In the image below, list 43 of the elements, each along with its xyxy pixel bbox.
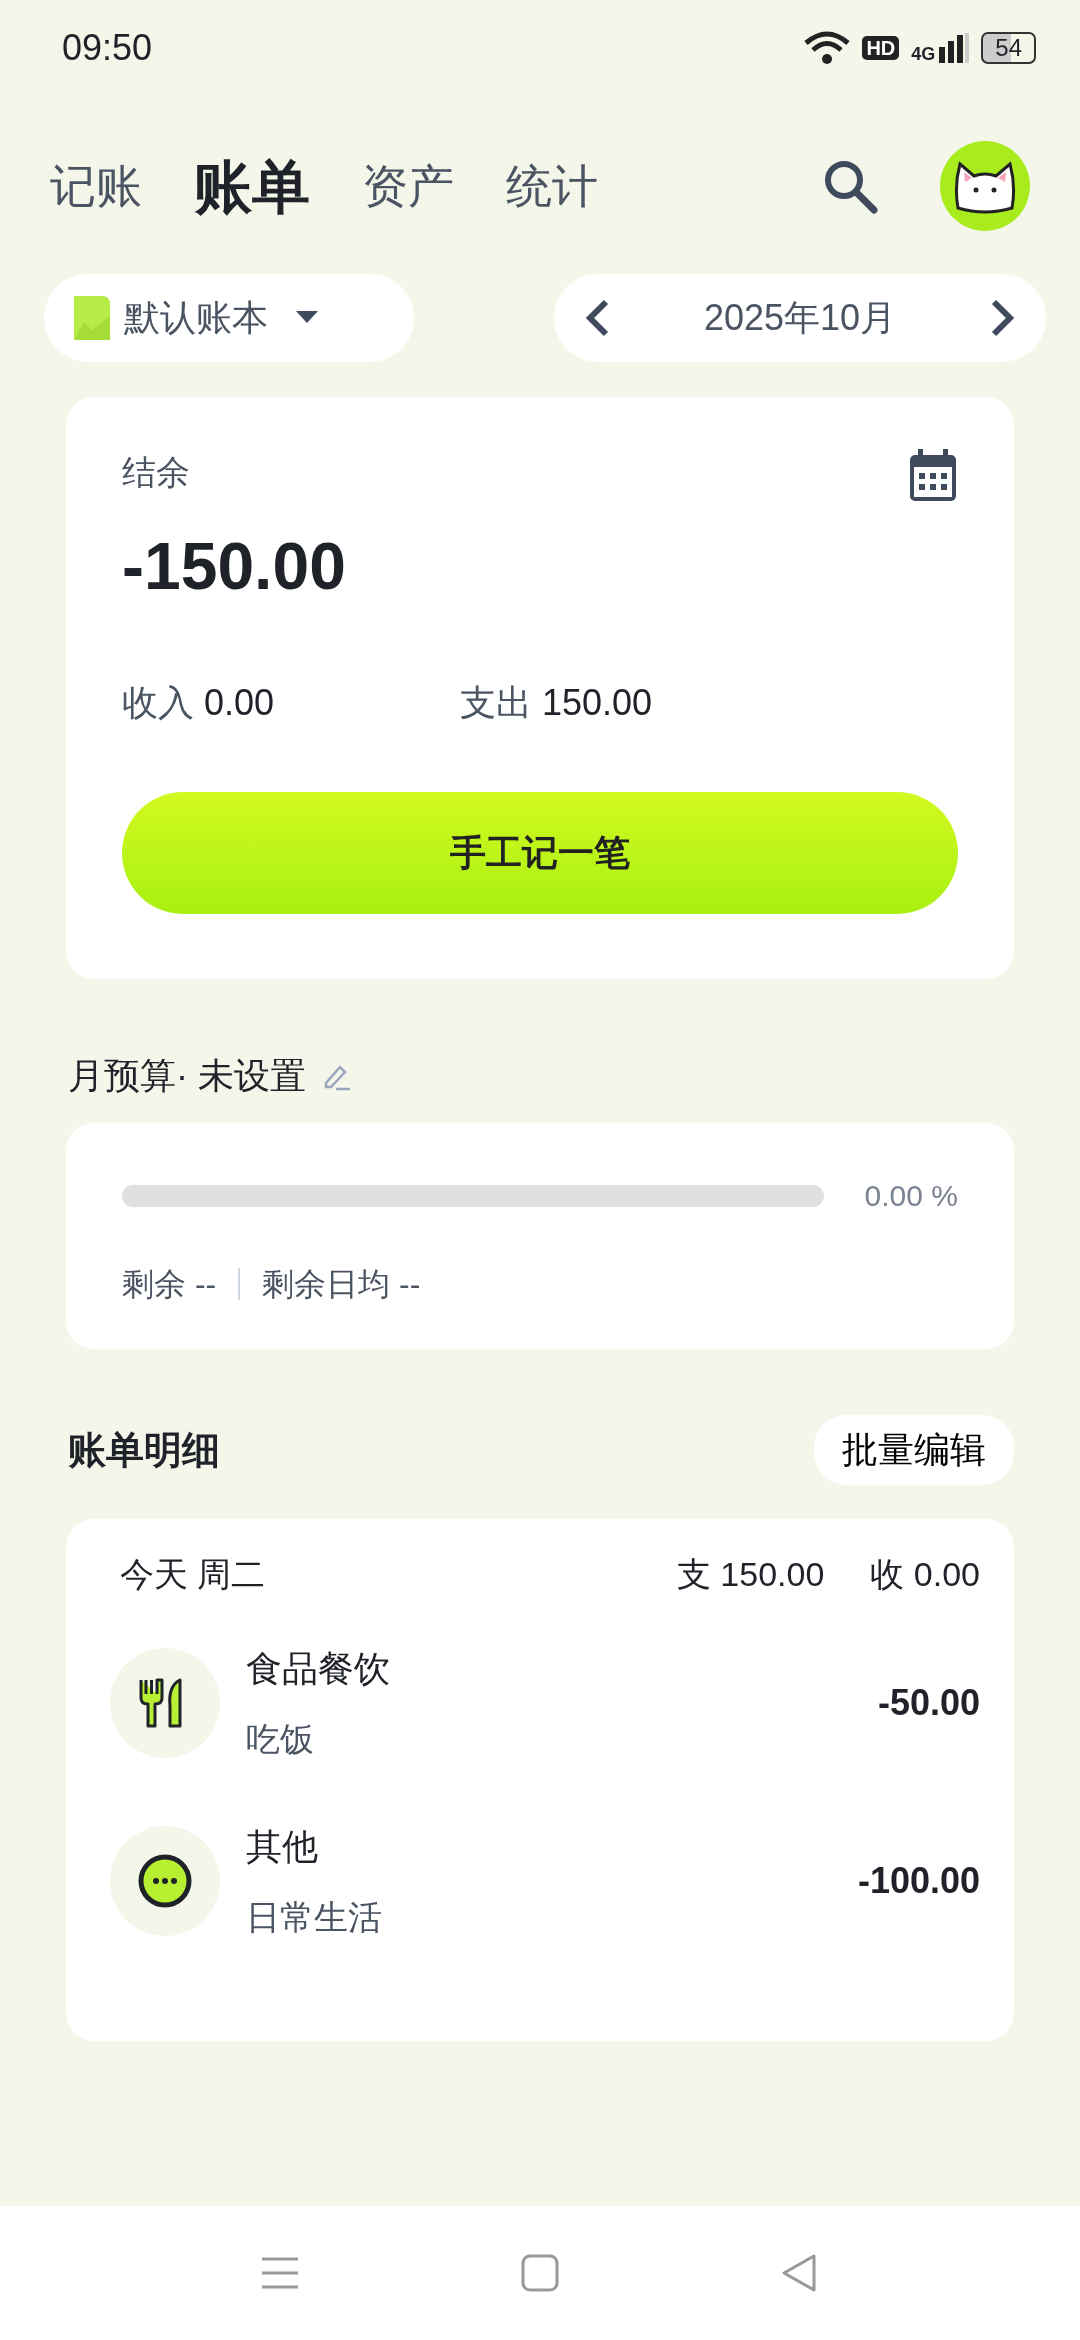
calendar-icon[interactable] bbox=[908, 447, 958, 503]
more-dots-icon bbox=[138, 1854, 192, 1908]
expense-summary: 支出 150.00 bbox=[460, 681, 653, 725]
wifi-icon bbox=[804, 31, 851, 65]
search-icon[interactable] bbox=[822, 158, 878, 214]
book-icon bbox=[74, 296, 110, 340]
transaction-row[interactable]: 其他 日常生活 -100.00 bbox=[110, 1806, 980, 1956]
ledger-selector[interactable]: 默认账本 bbox=[44, 274, 414, 362]
battery-indicator: 54 bbox=[981, 32, 1036, 64]
transaction-amount: -100.00 bbox=[857, 1859, 980, 1903]
hd-indicator: HD bbox=[862, 36, 900, 60]
chevron-left-icon[interactable] bbox=[584, 298, 610, 338]
month-label: 2025年10月 bbox=[703, 296, 897, 340]
section-title: 账单明细 bbox=[68, 1427, 220, 1473]
budget-title: 月预算· 未设置 bbox=[68, 1054, 306, 1098]
transaction-note: 日常生活 bbox=[246, 1896, 383, 1938]
transaction-note: 吃饭 bbox=[246, 1718, 315, 1760]
balance-amount: -150.00 bbox=[122, 528, 347, 605]
signal-icon bbox=[939, 33, 970, 63]
add-record-button[interactable]: 手工记一笔 bbox=[122, 792, 958, 914]
category-name: 其他 bbox=[246, 1824, 319, 1869]
income-summary: 收入 0.00 bbox=[122, 681, 276, 725]
batch-edit-button[interactable]: 批量编辑 bbox=[814, 1415, 1014, 1485]
daily-remaining: 剩余日均 -- bbox=[262, 1265, 421, 1304]
nav-tab[interactable]: 记账 bbox=[50, 151, 142, 221]
day-label: 今天 周二 bbox=[120, 1554, 267, 1595]
nav-tab[interactable]: 统计 bbox=[506, 151, 598, 221]
transaction-amount: -50.00 bbox=[877, 1681, 980, 1725]
home-square-icon[interactable] bbox=[520, 2253, 560, 2293]
balance-label: 结余 bbox=[122, 452, 190, 493]
caret-icon bbox=[296, 311, 318, 325]
remaining-amount: 剩余 -- bbox=[122, 1265, 217, 1304]
chevron-right-icon[interactable] bbox=[990, 298, 1016, 338]
day-expense: 支 150.00 bbox=[676, 1554, 825, 1595]
nav-tab[interactable]: 账单 bbox=[194, 142, 310, 230]
status-time: 09:50 bbox=[62, 26, 153, 70]
category-name: 食品餐饮 bbox=[246, 1646, 391, 1691]
ledger-name: 默认账本 bbox=[124, 296, 268, 340]
day-income: 收 0.00 bbox=[870, 1554, 980, 1595]
budget-percent: 0.00 % bbox=[863, 1178, 958, 1214]
network-label: 4G bbox=[911, 45, 936, 63]
transaction-row[interactable]: 食品餐饮 吃饭 -50.00 bbox=[110, 1628, 980, 1778]
nav-tab[interactable]: 资产 bbox=[362, 151, 454, 221]
